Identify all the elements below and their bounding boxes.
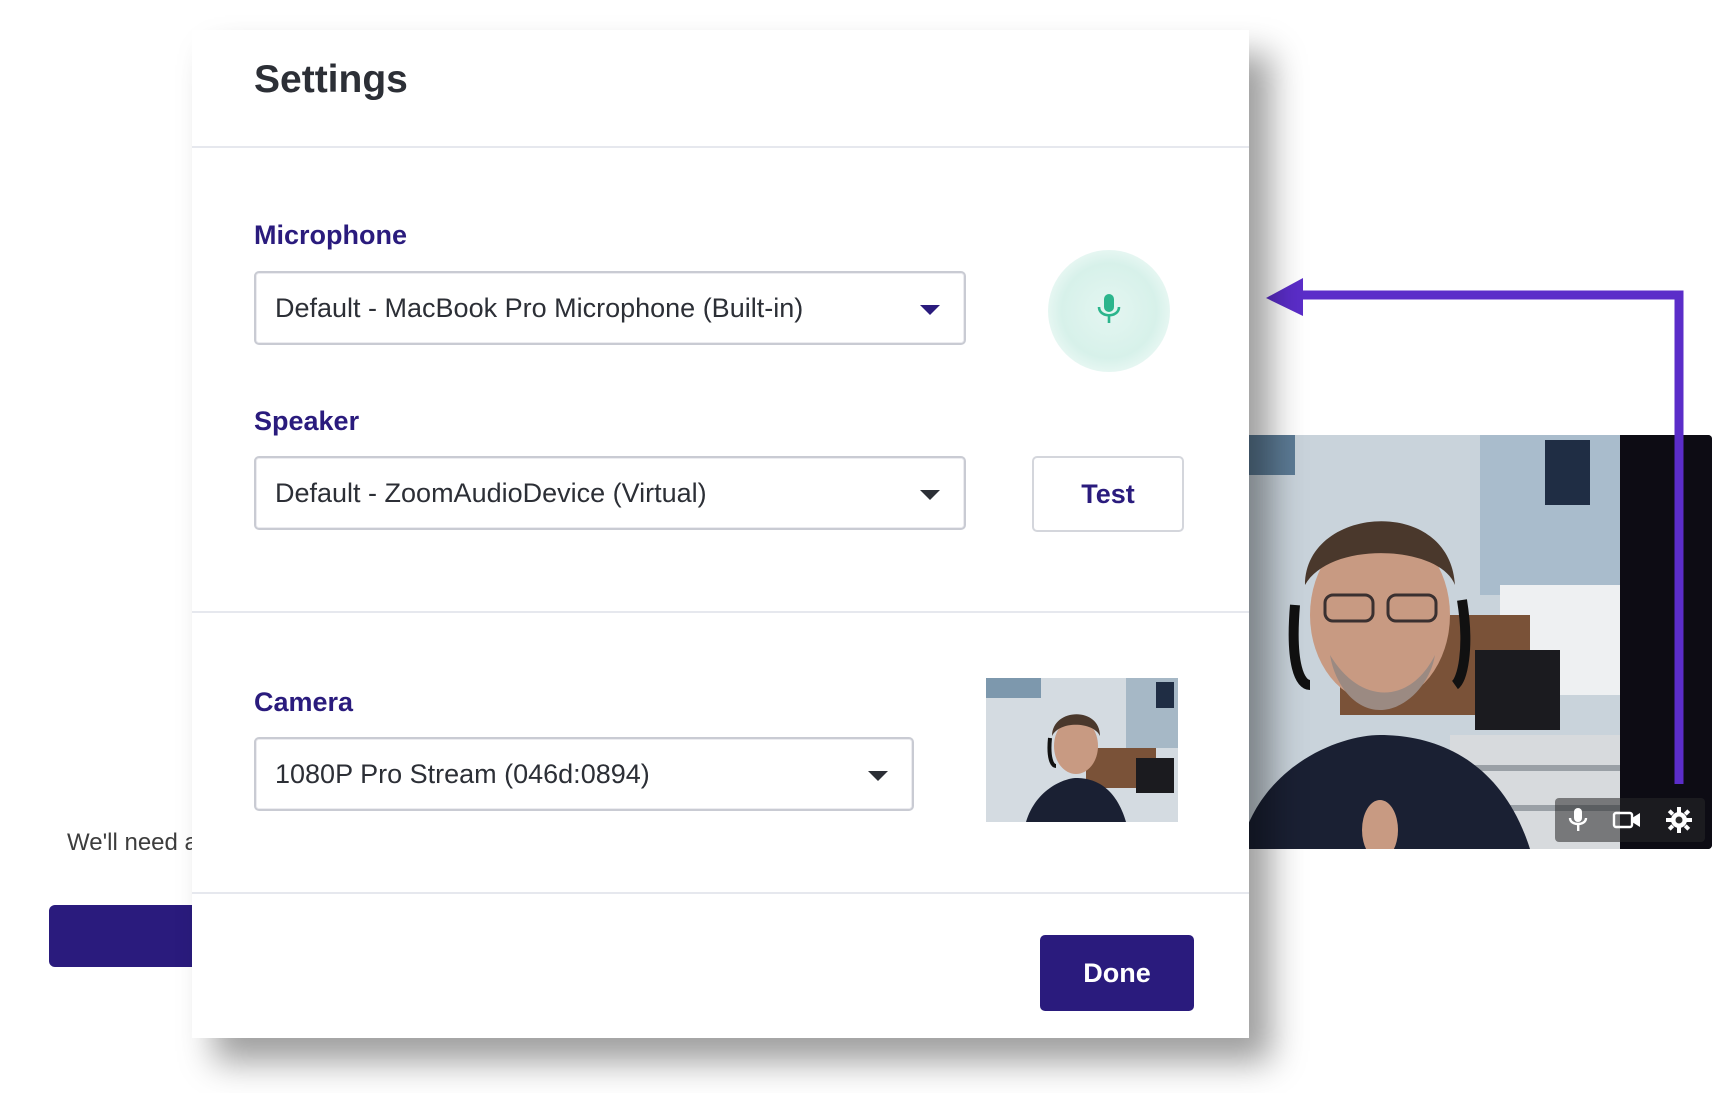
microphone-icon xyxy=(1096,292,1122,331)
chevron-down-icon xyxy=(920,490,940,500)
video-sidebar-dark xyxy=(1620,435,1712,849)
footer-divider xyxy=(192,892,1249,894)
self-video-tile xyxy=(1200,435,1712,849)
camera-preview xyxy=(986,678,1178,822)
microphone-select-value: Default - MacBook Pro Microphone (Built-… xyxy=(275,293,804,323)
settings-modal: Settings Microphone Default - MacBook Pr… xyxy=(192,30,1249,1038)
camera-preview-image xyxy=(986,678,1178,822)
done-button[interactable]: Done xyxy=(1040,935,1194,1011)
video-feed-image xyxy=(1200,435,1620,849)
chevron-down-icon xyxy=(868,771,888,781)
video-camera-icon[interactable] xyxy=(1612,809,1642,831)
camera-label: Camera xyxy=(254,687,354,717)
speaker-label: Speaker xyxy=(254,406,360,436)
camera-select[interactable]: 1080P Pro Stream (046d:0894) xyxy=(254,737,914,811)
background-permission-text: We'll need a xyxy=(67,829,198,856)
microphone-select[interactable]: Default - MacBook Pro Microphone (Built-… xyxy=(254,271,966,345)
modal-header: Settings xyxy=(192,30,1249,148)
microphone-label: Microphone xyxy=(254,220,407,250)
speaker-select[interactable]: Default - ZoomAudioDevice (Virtual) xyxy=(254,456,966,530)
chevron-down-icon xyxy=(920,305,940,315)
test-speaker-button[interactable]: Test xyxy=(1032,456,1184,532)
microphone-level-meter xyxy=(1048,250,1170,372)
video-controls-bar xyxy=(1555,798,1705,842)
gear-icon[interactable] xyxy=(1665,806,1693,834)
speaker-select-value: Default - ZoomAudioDevice (Virtual) xyxy=(275,478,707,508)
section-divider xyxy=(192,611,1249,613)
camera-select-value: 1080P Pro Stream (046d:0894) xyxy=(275,759,650,789)
microphone-icon[interactable] xyxy=(1567,806,1589,834)
modal-title: Settings xyxy=(254,58,408,101)
